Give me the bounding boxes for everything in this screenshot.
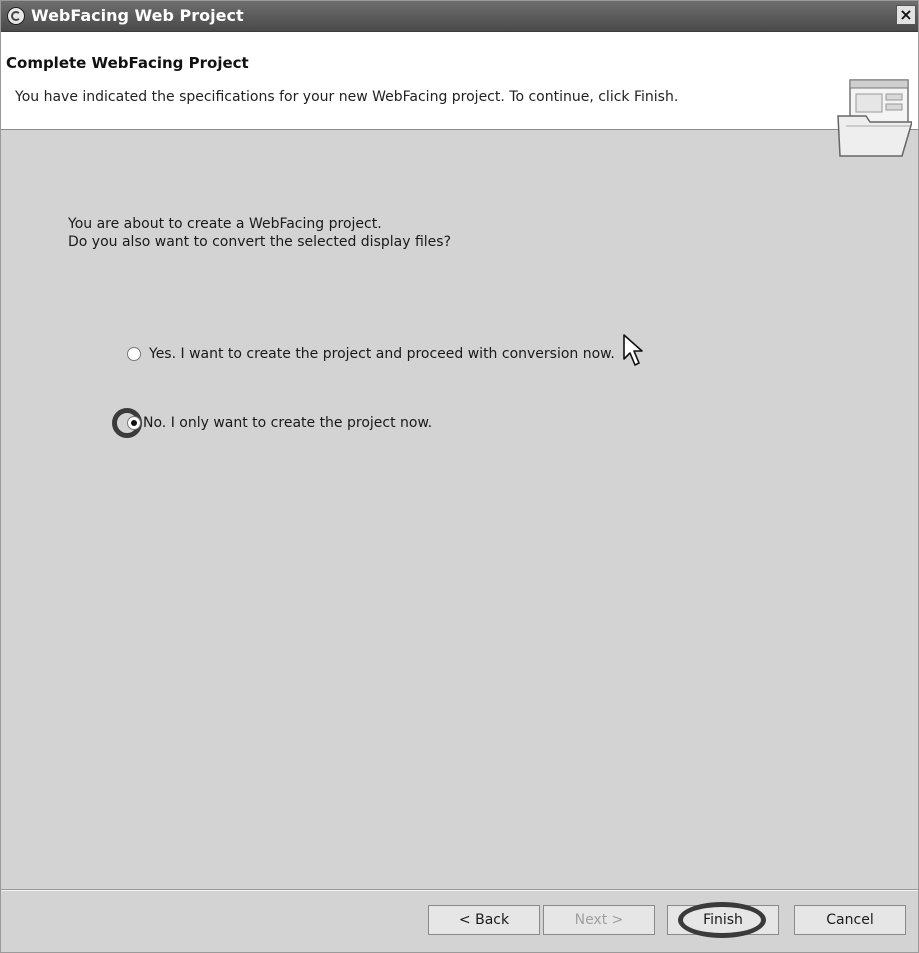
- page-description: You have indicated the specifications fo…: [15, 89, 679, 105]
- close-button[interactable]: ×: [896, 5, 916, 25]
- webfacing-logo-icon: [7, 7, 25, 25]
- title-bar: WebFacing Web Project ×: [1, 1, 918, 32]
- option-no-label: No. I only want to create the project no…: [143, 415, 433, 431]
- radio-button-no[interactable]: [127, 416, 141, 430]
- footer-separator: [1, 889, 918, 891]
- option-yes-label: Yes. I want to create the project and pr…: [149, 346, 615, 362]
- option-no-create-only[interactable]: No. I only want to create the project no…: [111, 403, 432, 443]
- question-line-2: Do you also want to convert the selected…: [68, 234, 452, 250]
- wizard-header: Complete WebFacing Project You have indi…: [1, 32, 918, 157]
- mouse-pointer-icon: [623, 334, 643, 366]
- back-button[interactable]: < Back: [428, 905, 540, 935]
- radio-button-yes[interactable]: [127, 347, 141, 361]
- question-line-1: You are about to create a WebFacing proj…: [68, 216, 382, 232]
- option-yes-convert[interactable]: Yes. I want to create the project and pr…: [111, 334, 615, 374]
- next-button[interactable]: Next >: [543, 905, 655, 935]
- wizard-window: WebFacing Web Project × Complete WebFaci…: [0, 0, 919, 953]
- cancel-button[interactable]: Cancel: [794, 905, 906, 935]
- window-title: WebFacing Web Project: [31, 6, 244, 25]
- finish-button[interactable]: Finish: [667, 905, 779, 935]
- wizard-content: You are about to create a WebFacing proj…: [1, 129, 918, 889]
- page-title: Complete WebFacing Project: [6, 54, 249, 72]
